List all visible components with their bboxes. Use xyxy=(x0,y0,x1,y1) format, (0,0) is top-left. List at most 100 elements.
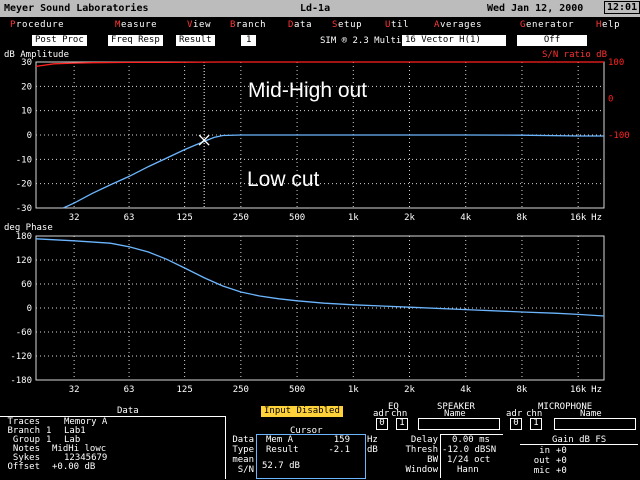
phase-y-tick-label: 0 xyxy=(27,304,32,314)
cursor-type-value[interactable]: Result xyxy=(266,446,299,455)
bw-label: BW xyxy=(427,455,438,465)
input-disabled-badge: Input Disabled xyxy=(261,406,343,417)
gain-in-value[interactable]: +0 xyxy=(556,447,567,456)
mic-chn-field[interactable]: 1 xyxy=(530,418,542,430)
menu-help[interactable]: Help xyxy=(596,20,620,30)
mic-adr-field[interactable]: 0 xyxy=(510,418,522,430)
menu-averages[interactable]: Averages xyxy=(434,20,482,30)
delay-label: Delay xyxy=(410,435,438,445)
phase-x-tick-label: 1k xyxy=(348,385,359,395)
speaker-name-field[interactable] xyxy=(418,418,500,430)
off-toggle[interactable]: Off xyxy=(517,35,587,46)
phase-plot[interactable]: 180 120 60 0 -60 -120 -180 32 63 125 250 500 1k 2k 4k 8… xyxy=(0,225,640,403)
amplitude-trace xyxy=(63,134,604,209)
amplitude-y-tick-label: 20 xyxy=(21,82,32,92)
offset-label: Offset xyxy=(7,462,40,472)
cursor-type-label: Type xyxy=(232,445,254,455)
annotation-mid-high-out: Mid-High out xyxy=(248,79,367,102)
menu-procedure[interactable]: Procedure xyxy=(10,20,64,30)
menu-data[interactable]: Data xyxy=(288,20,312,30)
gain-mic-value[interactable]: +0 xyxy=(556,467,567,476)
sn-tick-label: 100 xyxy=(608,58,624,68)
amplitude-y-tick-label: 0 xyxy=(27,131,32,141)
phase-x-tick-label: 63 xyxy=(124,385,135,395)
cursor-data-label: Data xyxy=(232,435,254,445)
cursor-frequency: 159 xyxy=(333,435,350,445)
amplitude-x-tick-label: 125 xyxy=(177,213,193,223)
data-header: Data xyxy=(117,406,139,416)
menu-setup[interactable]: Setup xyxy=(332,20,362,30)
phase-x-tick-label: 2k xyxy=(404,385,415,395)
amplitude-x-tick-label: 2k xyxy=(404,213,415,223)
menu-branch[interactable]: Branch xyxy=(230,20,266,30)
phase-x-unit-label: Hz xyxy=(591,385,602,395)
offset-value[interactable]: +0.00 dB xyxy=(52,463,95,472)
phase-y-tick-label: -180 xyxy=(10,376,32,386)
document-name: Ld-1a xyxy=(300,3,331,14)
phase-y-tick-label: -120 xyxy=(10,352,32,362)
annotation-low-cut: Low cut xyxy=(247,168,320,191)
status-panel: Data Traces Memory A Branch 1 Lab1 Group… xyxy=(0,403,640,480)
vector-select[interactable]: 16 Vector H(1) xyxy=(402,35,506,46)
title-bar: Meyer Sound Laboratories Ld-1a Wed Jan 1… xyxy=(0,0,640,17)
phase-y-tick-label: -60 xyxy=(16,328,32,338)
amplitude-x-tick-label: 63 xyxy=(124,213,135,223)
group-number: 1 xyxy=(46,435,52,445)
date-display: Wed Jan 12, 2000 xyxy=(487,3,584,14)
cursor-sn-label: S/N xyxy=(237,465,254,475)
eq-chn-field[interactable]: 1 xyxy=(396,418,408,430)
cursor-frequency-unit: Hz xyxy=(367,435,378,445)
phase-y-tick-label: 120 xyxy=(16,256,32,266)
phase-x-tick-label: 500 xyxy=(289,385,305,395)
menu-view[interactable]: View xyxy=(187,20,211,30)
clock-display: 12:01 xyxy=(604,1,640,14)
menu-measure[interactable]: Measure xyxy=(115,20,157,30)
amplitude-y-tick-label: 10 xyxy=(21,107,32,117)
freq-resp-button[interactable]: Freq Resp xyxy=(108,35,163,46)
gain-out-label: out xyxy=(533,456,550,466)
cursor-mean-label: mean xyxy=(232,455,254,465)
gain-out-value[interactable]: +0 xyxy=(556,457,567,466)
channel-field[interactable]: 1 xyxy=(241,35,257,46)
sn-tick-label: 0 xyxy=(608,95,613,105)
sn-ratio-trace xyxy=(35,61,604,68)
cursor-sn-value: 52.7 dB xyxy=(262,461,300,471)
amplitude-x-tick-label: 1k xyxy=(348,213,359,223)
amplitude-y-tick-label: 30 xyxy=(21,58,32,68)
menu-generator[interactable]: Generator xyxy=(520,20,574,30)
toolbar: Post Proc Freq Resp Result 1 SIM ® 2.3 M… xyxy=(0,33,640,49)
amplitude-plot[interactable]: 3020100-10-20-3032 63 125 250 500 1k 2k 4k 8k 16k… xyxy=(0,49,640,225)
app-title: Meyer Sound Laboratories xyxy=(4,3,149,14)
settings-box xyxy=(440,434,503,478)
phase-x-tick-label: 8k xyxy=(517,385,528,395)
amplitude-y-tick-label: -30 xyxy=(16,204,32,214)
amplitude-x-tick-label: 4k xyxy=(460,213,471,223)
sn-tick-label: -100 xyxy=(608,131,630,141)
menu-bar: Procedure Measure View Branch Data Setup… xyxy=(0,18,640,32)
phase-x-tick-label: 250 xyxy=(233,385,249,395)
mic-name-field[interactable] xyxy=(554,418,636,430)
amplitude-x-tick-label: 32 xyxy=(69,213,80,223)
phase-y-tick-label: 60 xyxy=(21,280,32,290)
phase-trace xyxy=(35,238,605,317)
amplitude-x-unit-label: Hz xyxy=(591,213,602,223)
phase-x-tick-label: 125 xyxy=(177,385,193,395)
amplitude-y-tick-label: -20 xyxy=(16,180,32,190)
post-proc-button[interactable]: Post Proc xyxy=(32,35,87,46)
thresh-label: Thresh xyxy=(405,445,438,455)
amplitude-y-tick-label: -10 xyxy=(16,155,32,165)
result-button[interactable]: Result xyxy=(176,35,215,46)
amplitude-x-tick-label: 500 xyxy=(289,213,305,223)
cursor-data-value[interactable]: Mem A xyxy=(266,436,293,445)
amplitude-x-tick-label: 250 xyxy=(233,213,249,223)
phase-x-tick-label: 32 xyxy=(69,385,80,395)
gain-mic-label: mic xyxy=(533,466,550,476)
amplitude-x-tick-label: 16k xyxy=(570,213,587,223)
window-label: Window xyxy=(405,465,438,475)
cursor-db-value: -2.1 xyxy=(328,445,350,455)
cursor-db-unit: dB xyxy=(367,445,378,455)
phase-x-tick-label: 16k xyxy=(570,385,587,395)
gain-in-label: in xyxy=(539,446,550,456)
menu-util[interactable]: Util xyxy=(385,20,409,30)
eq-adr-field[interactable]: 0 xyxy=(376,418,388,430)
